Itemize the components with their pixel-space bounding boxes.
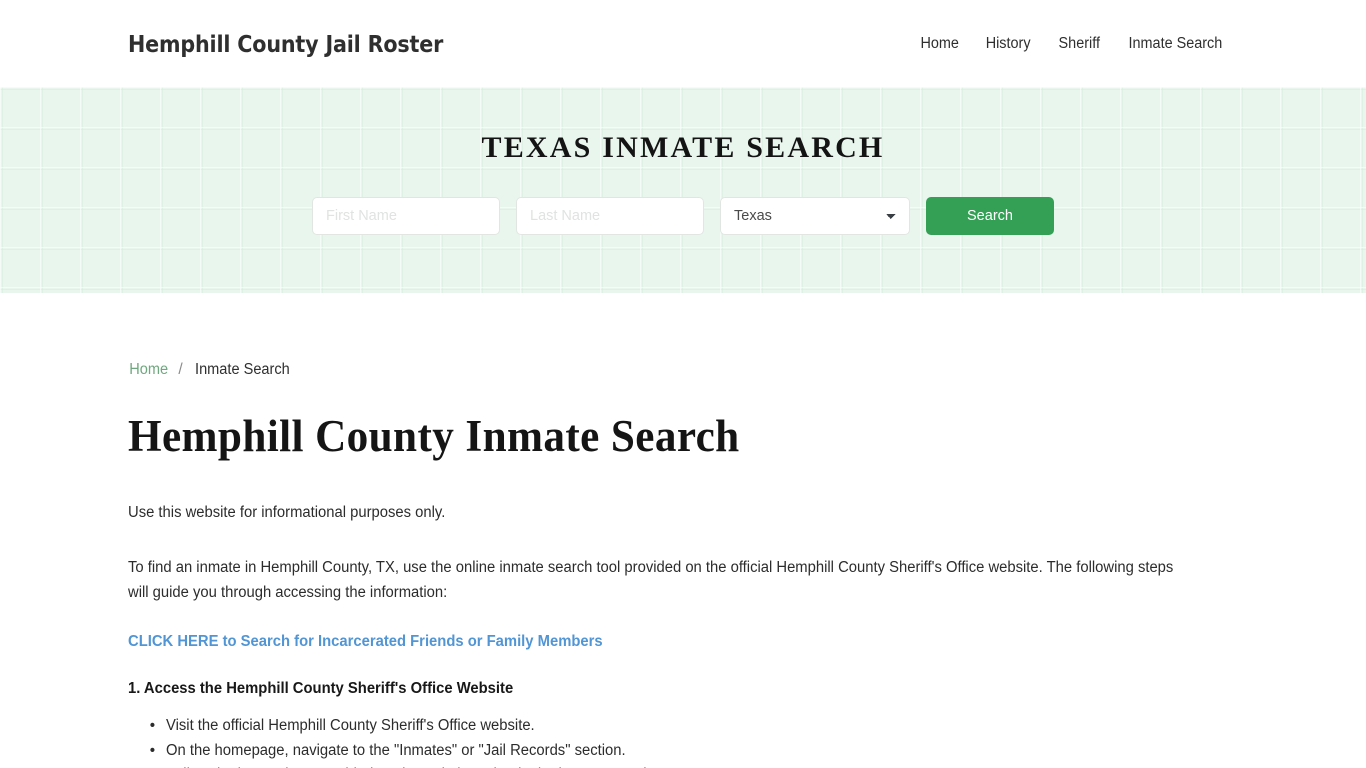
list-item: Follow the instructions provided on the … bbox=[150, 762, 1190, 768]
first-name-input[interactable] bbox=[312, 197, 500, 235]
nav-item-history[interactable]: History bbox=[975, 35, 1042, 53]
hero-title: TEXAS INMATE SEARCH bbox=[481, 131, 885, 164]
cta-search-link[interactable]: CLICK HERE to Search for Incarcerated Fr… bbox=[128, 633, 603, 651]
step-list: Visit the official Hemphill County Sheri… bbox=[128, 713, 1238, 768]
step-heading-1: 1. Access the Hemphill County Sheriff's … bbox=[128, 679, 514, 697]
state-select[interactable]: Texas bbox=[720, 197, 910, 235]
last-name-input[interactable] bbox=[516, 197, 704, 235]
nav-item-inmate-search[interactable]: Inmate Search bbox=[1118, 35, 1234, 53]
list-item: On the homepage, navigate to the "Inmate… bbox=[150, 738, 1190, 764]
list-item: Visit the official Hemphill County Sheri… bbox=[150, 713, 1190, 739]
main-content: Home / Inmate Search Hemphill County Inm… bbox=[0, 293, 1366, 768]
site-header: Hemphill County Jail Roster Home History… bbox=[0, 0, 1366, 87]
intro-paragraph: Use this website for informational purpo… bbox=[128, 503, 446, 521]
breadcrumb-separator: / bbox=[178, 361, 183, 378]
nav-item-home[interactable]: Home bbox=[909, 35, 970, 53]
description-paragraph: To find an inmate in Hemphill County, TX… bbox=[128, 558, 1174, 601]
hero-search-section: TEXAS INMATE SEARCH Texas Search bbox=[0, 87, 1366, 293]
site-title-logo[interactable]: Hemphill County Jail Roster bbox=[128, 30, 443, 58]
inmate-search-form: Texas Search bbox=[312, 197, 1054, 235]
search-button[interactable]: Search bbox=[926, 197, 1054, 235]
breadcrumb-home-link[interactable]: Home bbox=[129, 361, 168, 379]
page-title: Hemphill County Inmate Search bbox=[128, 411, 740, 461]
breadcrumb: Home / Inmate Search bbox=[128, 293, 1238, 379]
breadcrumb-current: Inmate Search bbox=[194, 361, 290, 378]
nav-item-sheriff[interactable]: Sheriff bbox=[1047, 35, 1111, 53]
main-navigation: Home History Sheriff Inmate Search bbox=[907, 35, 1238, 53]
